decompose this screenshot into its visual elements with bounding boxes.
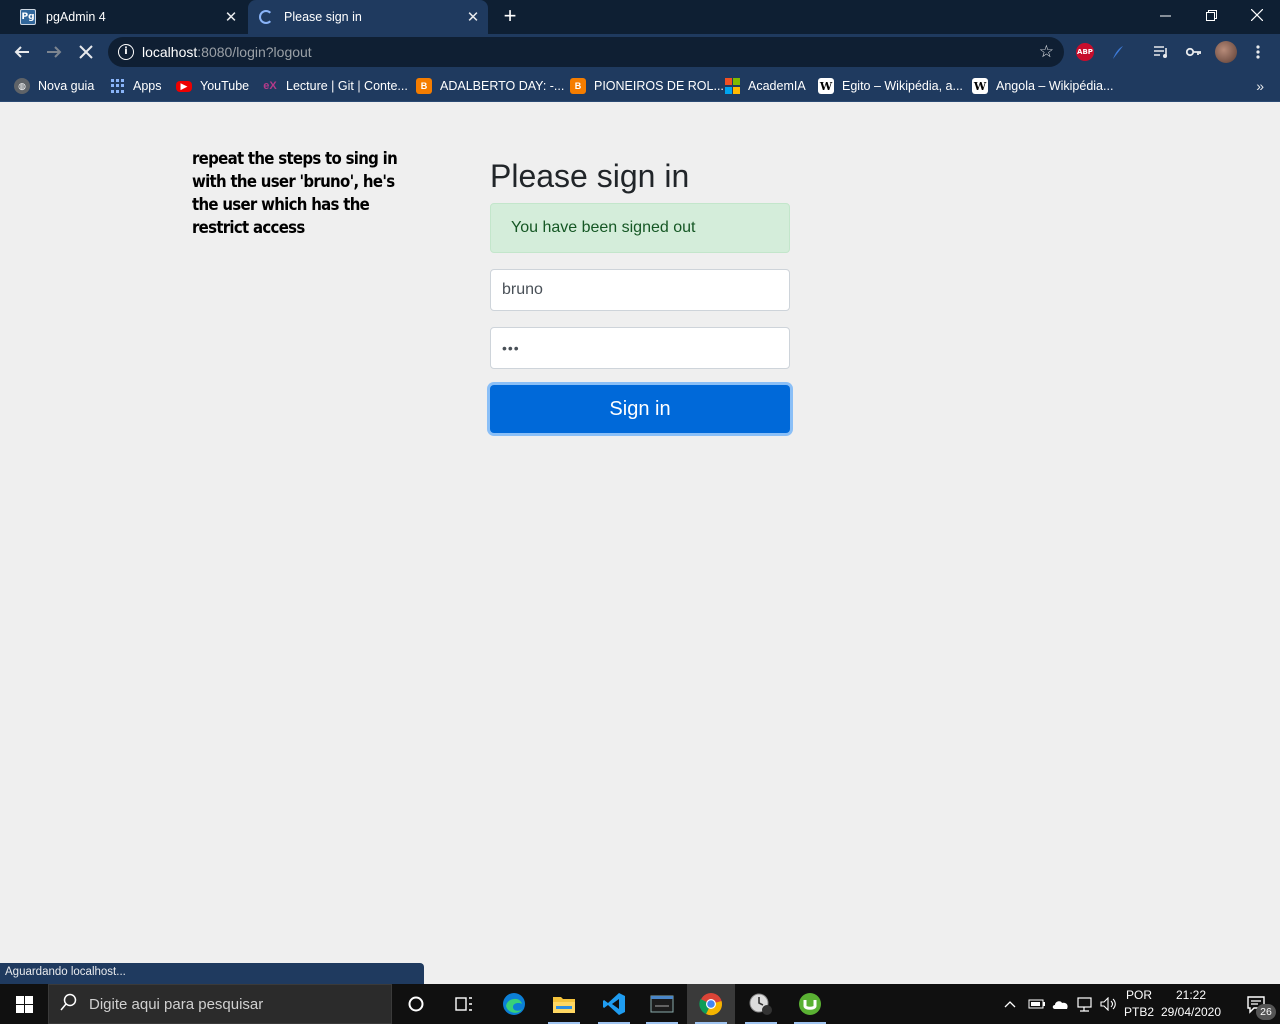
profile-avatar[interactable] [1215, 41, 1237, 63]
bookmark-adalberto-day[interactable]: B ADALBERTO DAY: -... [416, 76, 564, 96]
globe-icon: ◍ [14, 78, 30, 94]
search-icon [49, 993, 89, 1016]
clock-app-icon[interactable] [737, 984, 785, 1024]
tab-please-sign-in[interactable]: Please sign in ✕ [248, 0, 488, 34]
minimize-icon[interactable] [1142, 0, 1188, 30]
instruction-note: repeat the steps to sing in with the use… [192, 149, 398, 238]
blogger-icon: B [570, 78, 586, 94]
bookmark-apps[interactable]: Apps [109, 76, 162, 96]
feather-extension-icon[interactable] [1108, 42, 1128, 62]
adblock-icon[interactable]: ABP [1076, 43, 1094, 61]
clock-date: 29/04/2020 [1160, 1005, 1222, 1019]
restore-icon[interactable] [1188, 0, 1234, 30]
bookmark-nova-guia[interactable]: ◍ Nova guia [14, 76, 94, 96]
password-input[interactable]: ••• [490, 327, 790, 369]
search-placeholder: Digite aqui para pesquisar [89, 995, 264, 1013]
bookmark-angola-wikipedia[interactable]: W Angola – Wikipédia... [972, 76, 1113, 96]
bookmark-pioneiros[interactable]: B PIONEIROS DE ROL... [570, 76, 724, 96]
taskbar-search[interactable]: Digite aqui para pesquisar [48, 984, 392, 1024]
utorrent-icon[interactable] [786, 984, 834, 1024]
more-bookmarks-icon[interactable]: » [1256, 78, 1264, 94]
tab-pgadmin[interactable]: Pg pgAdmin 4 ✕ [0, 0, 246, 34]
wikipedia-icon: W [818, 78, 834, 94]
bookmark-lecture-git[interactable]: eX Lecture | Git | Conte... [262, 76, 408, 96]
tab-title: pgAdmin 4 [46, 10, 106, 24]
browser-toolbar: i localhost:8080/login?logout ☆ ABP [0, 34, 1280, 70]
taskbar: Digite aqui para pesquisar POR PTB2 21:2… [0, 984, 1280, 1024]
address-bar[interactable]: i localhost:8080/login?logout ☆ [108, 37, 1064, 67]
tab-title: Please sign in [284, 10, 362, 24]
task-view-icon[interactable] [440, 984, 488, 1024]
windows-icon [15, 995, 33, 1013]
network-icon[interactable] [1076, 984, 1094, 1024]
browser-menu-icon[interactable] [1248, 42, 1268, 62]
url-text[interactable]: localhost:8080/login?logout [142, 44, 312, 60]
vscode-icon[interactable] [590, 984, 638, 1024]
close-tab-icon[interactable]: ✕ [222, 8, 240, 26]
pgadmin-icon: Pg [20, 9, 36, 25]
cortana-icon[interactable] [392, 984, 440, 1024]
onedrive-icon[interactable] [1052, 984, 1070, 1024]
clock[interactable]: 21:22 29/04/2020 [1156, 987, 1226, 1021]
clock-time: 21:22 [1175, 988, 1207, 1002]
apps-grid-icon [109, 78, 125, 94]
close-tab-icon[interactable]: ✕ [464, 8, 482, 26]
wikipedia-icon: W [972, 78, 988, 94]
username-input[interactable]: bruno [490, 269, 790, 311]
sign-in-button[interactable]: Sign in [490, 385, 790, 433]
file-explorer-icon[interactable] [540, 984, 588, 1024]
bookmark-star-icon[interactable]: ☆ [1039, 42, 1054, 62]
notification-badge: 26 [1256, 1004, 1276, 1020]
mysql-shell-icon[interactable] [638, 984, 686, 1024]
media-queue-icon[interactable] [1151, 42, 1171, 62]
key-icon[interactable] [1184, 42, 1204, 62]
youtube-icon: ▶ [176, 80, 192, 92]
back-icon[interactable] [8, 38, 36, 66]
close-window-icon[interactable] [1234, 0, 1280, 30]
new-tab-icon[interactable]: + [498, 4, 522, 28]
loading-spinner-icon [258, 9, 274, 25]
signed-out-alert: You have been signed out [490, 203, 790, 253]
microsoft-icon [724, 78, 740, 94]
bookmark-youtube[interactable]: ▶ YouTube [176, 76, 249, 96]
bookmark-academia[interactable]: AcademIA [724, 76, 806, 96]
site-info-icon[interactable]: i [118, 44, 134, 60]
edx-icon: eX [263, 80, 277, 92]
forward-icon[interactable] [40, 38, 68, 66]
chrome-icon[interactable] [687, 984, 735, 1024]
loading-status: Aguardando localhost... [0, 963, 424, 984]
show-hidden-icons[interactable] [1004, 984, 1016, 1024]
bookmarks-bar: ◍ Nova guia Apps ▶ YouTube eX Lecture | Git… [0, 70, 1280, 102]
battery-icon[interactable] [1028, 984, 1046, 1024]
start-button[interactable] [0, 984, 48, 1024]
blogger-icon: B [416, 78, 432, 94]
bookmark-egito-wikipedia[interactable]: W Egito – Wikipédia, a... [818, 76, 963, 96]
page-title: Please sign in [490, 158, 690, 194]
stop-loading-icon[interactable] [72, 38, 100, 66]
tab-strip: Pg pgAdmin 4 ✕ Please sign in ✕ + [0, 0, 1280, 34]
edge-icon[interactable] [490, 984, 538, 1024]
